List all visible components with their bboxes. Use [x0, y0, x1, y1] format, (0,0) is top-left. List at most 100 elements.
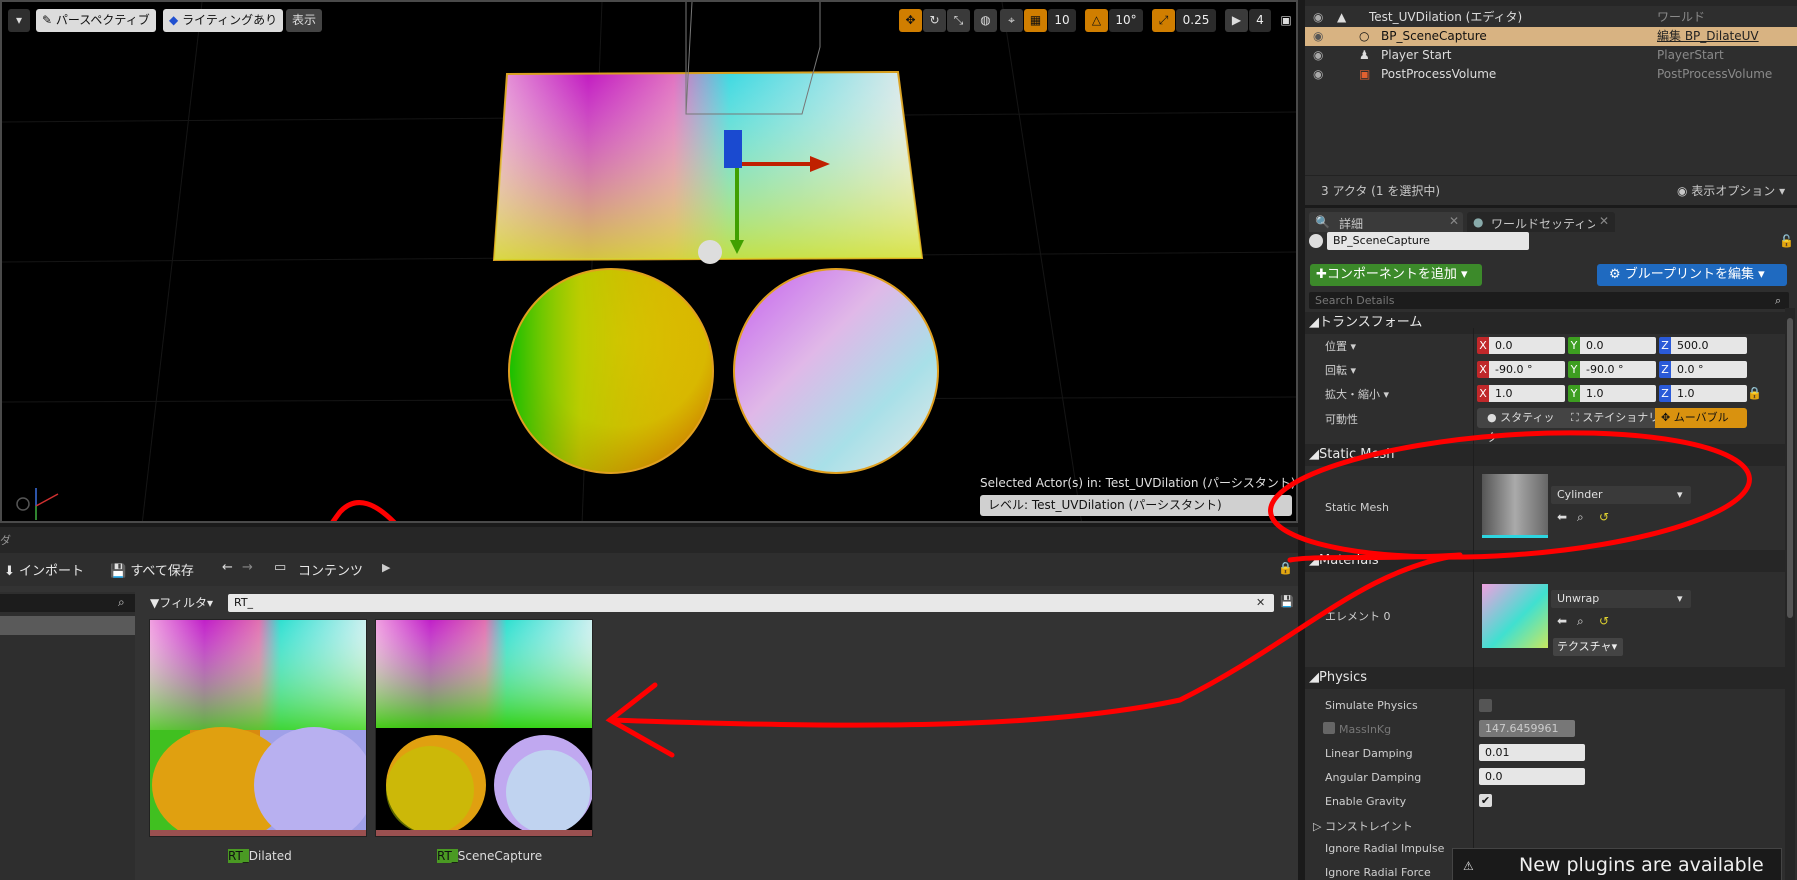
edit-blueprint-link[interactable]: 編集 BP_DilateUV [1657, 27, 1759, 46]
scale-icon[interactable]: ⤡ [947, 9, 970, 32]
path-content[interactable]: コンテンツ [298, 560, 363, 579]
world-local-icon[interactable]: ◍ [974, 9, 997, 32]
actor-name-field[interactable]: BP_SceneCapture [1327, 232, 1529, 250]
scale-z-field[interactable]: 1.0 [1671, 385, 1747, 402]
scale-x-field[interactable]: 1.0 [1489, 385, 1565, 402]
location-label[interactable]: 位置 ▾ [1325, 338, 1356, 354]
actor-count: 3 アクタ (1 を選択中) [1321, 184, 1440, 198]
constraints-expander[interactable]: ▷ コンストレイント [1313, 818, 1413, 834]
location-y-field[interactable]: 0.0 [1580, 337, 1656, 354]
lighting-button[interactable]: ◆ ライティングあり [163, 9, 284, 32]
translate-icon[interactable]: ✥ [899, 9, 922, 32]
materials-section-header[interactable]: ◢ Materials [1305, 550, 1785, 572]
save-all-button[interactable]: 💾 すべて保存 [110, 560, 194, 579]
tab-stub[interactable]: ダ [0, 532, 11, 548]
linear-damping-field[interactable]: 0.01 [1479, 744, 1585, 761]
content-browser-tab-strip: ダ [0, 527, 1298, 553]
details-scrollbar[interactable] [1785, 308, 1795, 880]
material-thumbnail[interactable] [1482, 584, 1548, 648]
grid-snap-value[interactable]: 10 [1048, 9, 1076, 32]
tab-world-settings[interactable]: ● ワールドセッティング ✕ [1467, 212, 1615, 232]
static-mesh-thumbnail[interactable] [1482, 474, 1548, 538]
asset-tile-rt-dilated[interactable] [149, 619, 367, 837]
camera-speed-value[interactable]: 4 [1249, 9, 1271, 32]
location-x-field[interactable]: 0.0 [1489, 337, 1565, 354]
path-chevron-icon[interactable]: ▶ [382, 561, 390, 574]
back-arrow-icon[interactable]: ← [222, 560, 233, 575]
clear-icon[interactable]: ✕ [1256, 594, 1265, 612]
scale-snap-icon[interactable]: ⤢ [1152, 9, 1175, 32]
rotation-snap-value[interactable]: 10° [1109, 9, 1143, 32]
scale-snap-value[interactable]: 0.25 [1176, 9, 1216, 32]
mobility-static-button[interactable]: ● スタティック [1477, 408, 1565, 444]
eye-icon[interactable]: ◉ [1313, 65, 1323, 84]
textures-button[interactable]: テクスチャ▾ [1553, 638, 1623, 656]
rotation-z-field[interactable]: 0.0 ° [1671, 361, 1747, 378]
asset-name-rest: Dilated [248, 849, 292, 863]
level-viewport[interactable]: ▾ ✎ パースペクティブ ◆ ライティングあり 表示 ✥ ↻ ⤡ ◍ ⌖ ▦ 1… [0, 0, 1298, 523]
physics-section-header[interactable]: ◢ Physics [1305, 667, 1785, 689]
surface-snap-icon[interactable]: ⌖ [1000, 9, 1023, 32]
static-mesh-section-header[interactable]: ◢ Static Mesh [1305, 444, 1785, 466]
lock-icon[interactable]: 🔒 [1278, 561, 1293, 575]
transform-section-header[interactable]: ◢ トランスフォーム [1305, 312, 1785, 334]
eye-icon[interactable]: ◉ [1313, 46, 1323, 65]
view-options-button[interactable]: ◉ 表示オプション ▾ [1677, 182, 1785, 199]
use-selected-icon[interactable]: ⬅ [1557, 614, 1567, 628]
simulate-physics-checkbox[interactable] [1479, 699, 1492, 712]
outliner-row-playerstart[interactable]: ◉ ♟ Player Start PlayerStart [1305, 46, 1797, 65]
outliner-row-world[interactable]: ◉ ▲ Test_UVDilation (エディタ) ワールド [1305, 8, 1797, 27]
material-dropdown[interactable]: Unwrap ▾ [1551, 590, 1691, 608]
tab-details[interactable]: 🔍 詳細 ✕ [1309, 212, 1463, 232]
rotation-x-field[interactable]: -90.0 ° [1489, 361, 1565, 378]
eye-icon[interactable]: ◉ [1313, 8, 1323, 27]
import-button[interactable]: ⬇ インポート [4, 560, 84, 579]
asset-tile-rt-scenecapture[interactable] [375, 619, 593, 837]
scale-label[interactable]: 拡大・縮小 ▾ [1325, 386, 1389, 402]
world-outliner: ◉ ▲ Test_UVDilation (エディタ) ワールド ◉ ○ BP_S… [1305, 0, 1797, 205]
asset-search-input[interactable]: RT_ ✕ [228, 594, 1274, 612]
rotation-snap-icon[interactable]: △ [1085, 9, 1108, 32]
sources-search-input[interactable]: ⌕ [0, 594, 135, 612]
close-icon[interactable]: ✕ [1599, 214, 1609, 228]
show-button[interactable]: 表示 [286, 9, 323, 32]
lock-icon[interactable]: 🔒 [1747, 386, 1762, 400]
level-label: レベル: Test_UVDilation (パーシスタント) [980, 495, 1292, 516]
rotate-icon[interactable]: ↻ [923, 9, 946, 32]
location-z-field[interactable]: 500.0 [1671, 337, 1747, 354]
outliner-row-postprocess[interactable]: ◉ ▣ PostProcessVolume PostProcessVolume [1305, 65, 1797, 84]
grid-snap-icon[interactable]: ▦ [1024, 9, 1047, 32]
outliner-row-bp-scenecapture[interactable]: ◉ ○ BP_SceneCapture 編集 BP_DilateUV [1305, 27, 1797, 46]
rotation-label[interactable]: 回転 ▾ [1325, 362, 1356, 378]
scale-y-field[interactable]: 1.0 [1580, 385, 1656, 402]
forward-arrow-icon[interactable]: → [242, 560, 253, 575]
angular-damping-field[interactable]: 0.0 [1479, 768, 1585, 785]
use-selected-icon[interactable]: ⬅ [1557, 510, 1567, 524]
edit-blueprint-button[interactable]: ⚙ ブループリントを編集 ▾ [1597, 264, 1787, 286]
mobility-stationary-button[interactable]: ⛶ ステイショナリ [1565, 408, 1655, 428]
mobility-movable-button[interactable]: ✥ ムーバブル [1655, 408, 1747, 428]
maximize-icon[interactable]: ▣ [1277, 9, 1295, 32]
browse-icon[interactable]: ⌕ [1577, 614, 1584, 629]
eye-icon[interactable]: ◉ [1313, 27, 1323, 46]
close-icon[interactable]: ✕ [1449, 214, 1459, 228]
scrollbar-thumb[interactable] [1787, 318, 1793, 618]
enable-gravity-checkbox[interactable]: ✔ [1479, 794, 1492, 807]
filter-button[interactable]: ▼フィルタ▾ [150, 594, 220, 612]
details-search-input[interactable]: Search Details ⌕ [1309, 292, 1789, 309]
notification-text: New plugins are available [1519, 854, 1764, 876]
plugins-notification[interactable]: ⚠ New plugins are available [1452, 848, 1782, 880]
perspective-button[interactable]: ✎ パースペクティブ [36, 9, 156, 32]
save-search-icon[interactable]: 💾 [1280, 595, 1294, 608]
viewport-menu-button[interactable]: ▾ [8, 9, 30, 32]
folder-tree-selected[interactable] [0, 616, 135, 635]
reset-icon[interactable]: ↺ [1599, 510, 1609, 524]
browse-icon[interactable]: ⌕ [1577, 510, 1584, 525]
reset-icon[interactable]: ↺ [1599, 614, 1609, 628]
lock-icon[interactable]: 🔓 [1779, 234, 1794, 248]
rotation-y-field[interactable]: -90.0 ° [1580, 361, 1656, 378]
camera-speed-icon[interactable]: ▶ [1225, 9, 1248, 32]
add-component-button[interactable]: ✚コンポーネントを追加 ▾ [1310, 264, 1482, 286]
static-mesh-dropdown[interactable]: Cylinder ▾ [1551, 486, 1691, 504]
mass-override-checkbox[interactable] [1323, 722, 1335, 734]
